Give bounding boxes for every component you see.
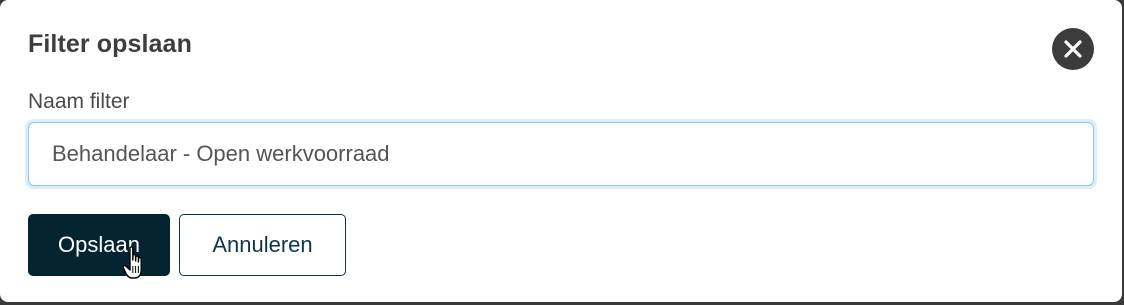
filter-name-value: Behandelaar - Open werkvoorraad [52,141,390,166]
filter-name-input[interactable]: Behandelaar - Open werkvoorraad [28,122,1094,186]
cancel-button[interactable]: Annuleren [179,214,346,276]
dialog-title: Filter opslaan [28,30,192,58]
filter-name-label: Naam filter [28,90,130,113]
save-button[interactable]: Opslaan [28,214,170,276]
close-button[interactable] [1052,28,1094,70]
close-icon [1064,40,1082,58]
save-filter-dialog: Filter opslaan Naam filter Behandelaar -… [0,0,1122,302]
